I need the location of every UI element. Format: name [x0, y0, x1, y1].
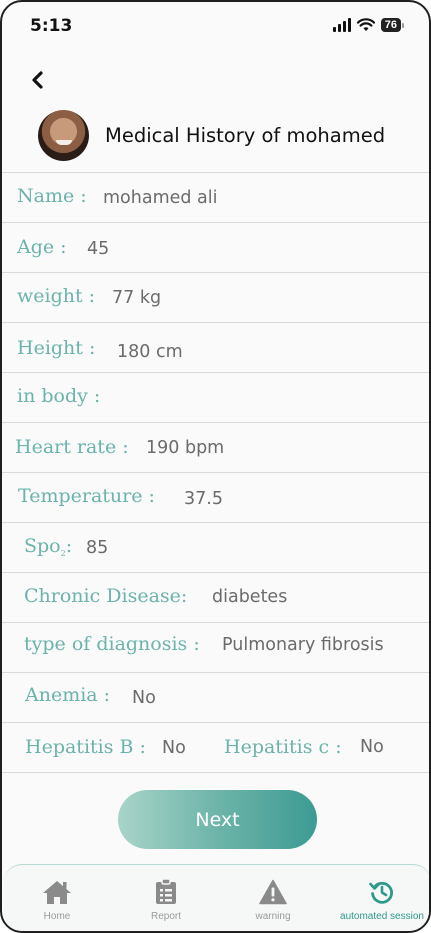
- page-title: Medical History of mohamed: [105, 124, 386, 147]
- row-weight: weight : 77 kg: [2, 273, 429, 323]
- heart-rate-value: 190 bpm: [146, 438, 225, 458]
- anemia-value: No: [132, 688, 156, 708]
- tab-automated-session-label: automated session: [340, 911, 424, 922]
- row-age: Age : 45: [2, 223, 429, 273]
- height-label: Height :: [17, 337, 96, 359]
- status-bar: 5:13 76: [2, 2, 429, 54]
- report-icon: [156, 879, 176, 904]
- heart-rate-label: Heart rate :: [15, 436, 129, 458]
- page-header: Medical History of mohamed: [38, 110, 385, 161]
- row-spo2: Spo2: 85: [2, 523, 429, 573]
- tab-automated-session[interactable]: automated session: [333, 865, 429, 931]
- height-value: 180 cm: [117, 342, 183, 362]
- row-anemia: Anemia : No: [2, 673, 429, 723]
- age-label: Age :: [17, 236, 67, 258]
- status-icons: 76: [332, 18, 405, 32]
- diagnosis-value: Pulmonary fibrosis: [222, 635, 384, 655]
- warning-icon: [259, 879, 287, 905]
- row-height: Height : 180 cm: [2, 323, 429, 373]
- hepatitis-c-value: No: [360, 737, 384, 757]
- row-name: Name : mohamed ali: [2, 173, 429, 223]
- bottom-tab-bar: Home Report warning automated session: [4, 864, 429, 931]
- history-icon: [369, 881, 393, 904]
- back-arrow-icon[interactable]: [28, 68, 48, 92]
- row-chronic-disease: Chronic Disease: diabetes: [2, 573, 429, 623]
- hepatitis-c-label: Hepatitis c :: [224, 736, 342, 758]
- tab-report-label: Report: [150, 911, 181, 922]
- temperature-label: Temperature :: [18, 485, 155, 507]
- tab-home-label: Home: [43, 911, 71, 922]
- tab-warning-label: warning: [255, 911, 291, 922]
- phone-frame: 5:13 76 Medical History of mohamed Name …: [0, 0, 431, 933]
- chronic-disease-label: Chronic Disease:: [24, 585, 188, 607]
- tab-warning[interactable]: warning: [228, 865, 318, 931]
- chronic-disease-value: diabetes: [212, 587, 288, 607]
- weight-label: weight :: [17, 285, 96, 307]
- next-button[interactable]: Next: [118, 790, 317, 849]
- battery-icon: 76: [380, 18, 405, 32]
- spo2-label: Spo2:: [24, 535, 73, 558]
- hepatitis-b-label: Hepatitis B :: [25, 736, 146, 758]
- wifi-icon: [356, 18, 375, 31]
- status-time: 5:13: [30, 16, 73, 36]
- tab-home[interactable]: Home: [12, 865, 102, 931]
- spo2-value: 85: [86, 538, 109, 558]
- temperature-value: 37.5: [184, 489, 223, 509]
- name-label: Name :: [17, 185, 87, 207]
- medical-history-list: Name : mohamed ali Age : 45 weight : 77 …: [2, 172, 429, 773]
- anemia-label: Anemia :: [25, 684, 111, 706]
- diagnosis-label: type of diagnosis :: [24, 633, 200, 655]
- tab-report[interactable]: Report: [121, 865, 211, 931]
- weight-value: 77 kg: [112, 288, 162, 308]
- row-temperature: Temperature : 37.5: [2, 473, 429, 523]
- cellular-signal-icon: [332, 18, 351, 32]
- in-body-label: in body :: [17, 385, 101, 407]
- row-diagnosis: type of diagnosis : Pulmonary fibrosis: [2, 623, 429, 673]
- age-value: 45: [87, 239, 110, 259]
- row-heart-rate: Heart rate : 190 bpm: [2, 423, 429, 473]
- avatar: [38, 110, 89, 161]
- row-in-body: in body :: [2, 373, 429, 423]
- hepatitis-b-value: No: [162, 738, 186, 758]
- home-icon: [43, 881, 71, 904]
- name-value: mohamed ali: [103, 188, 218, 208]
- row-hepatitis: Hepatitis B : No Hepatitis c : No: [2, 723, 429, 773]
